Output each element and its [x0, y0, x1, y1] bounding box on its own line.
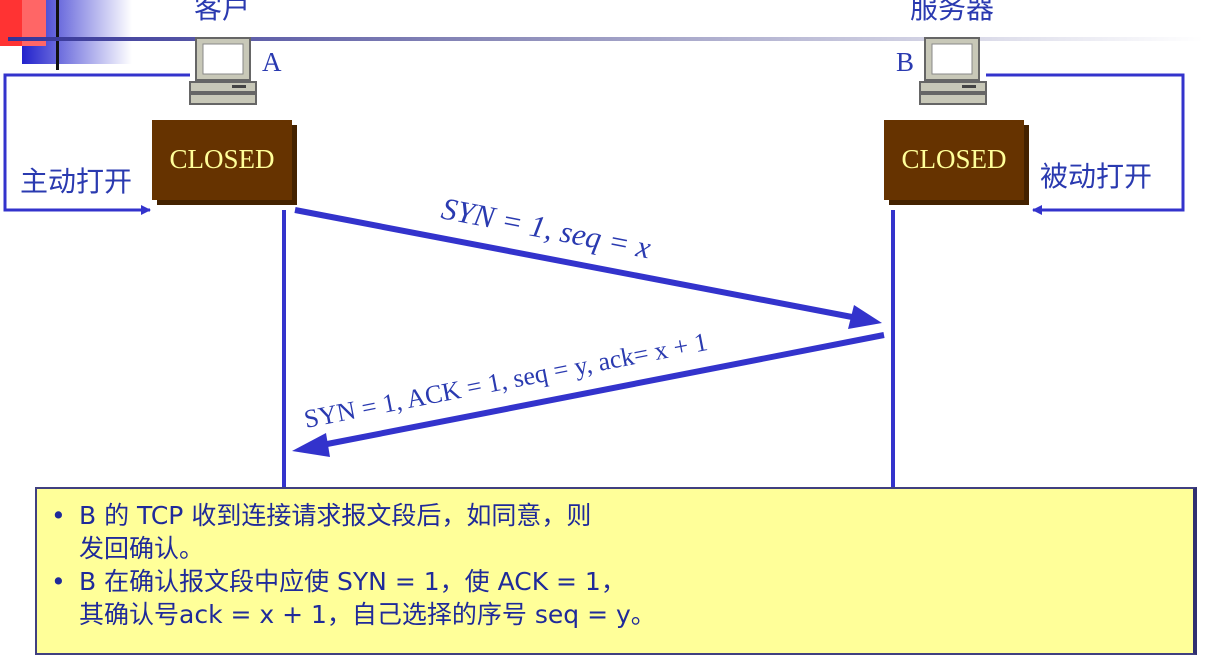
note-line: B 的 TCP 收到连接请求报文段后，如同意，则 — [79, 501, 592, 530]
client-computer-icon — [189, 37, 257, 105]
client-title: 客户 — [194, 0, 250, 25]
client-action-label: 主动打开 — [20, 165, 132, 198]
client-state-text: CLOSED — [169, 144, 274, 174]
server-host-label: B — [896, 47, 914, 77]
explanation-note: • B 的 TCP 收到连接请求报文段后，如同意，则 发回确认。 • B 在确认… — [35, 487, 1197, 655]
client-host-label: A — [262, 47, 282, 77]
slide-logo — [0, 0, 1203, 70]
note-line: B 在确认报文段中应使 SYN = 1，使 ACK = 1， — [79, 567, 626, 596]
server-action-label: 被动打开 — [1040, 160, 1152, 193]
server-state-text: CLOSED — [901, 144, 1006, 174]
syn-message-label: SYN = 1, seq = x — [439, 191, 654, 266]
note-line: 发回确认。 — [79, 534, 205, 563]
bullet-marker: • — [51, 501, 66, 530]
note-item: • B 在确认报文段中应使 SYN = 1，使 ACK = 1， 其确认号ack… — [51, 565, 1193, 631]
note-line: 其确认号ack = x + 1，自己选择的序号 seq = y。 — [79, 600, 656, 629]
server-computer-icon — [919, 37, 987, 105]
server-title: 服务器 — [910, 0, 994, 25]
bullet-marker: • — [51, 567, 66, 596]
note-item: • B 的 TCP 收到连接请求报文段后，如同意，则 发回确认。 — [51, 499, 1193, 565]
